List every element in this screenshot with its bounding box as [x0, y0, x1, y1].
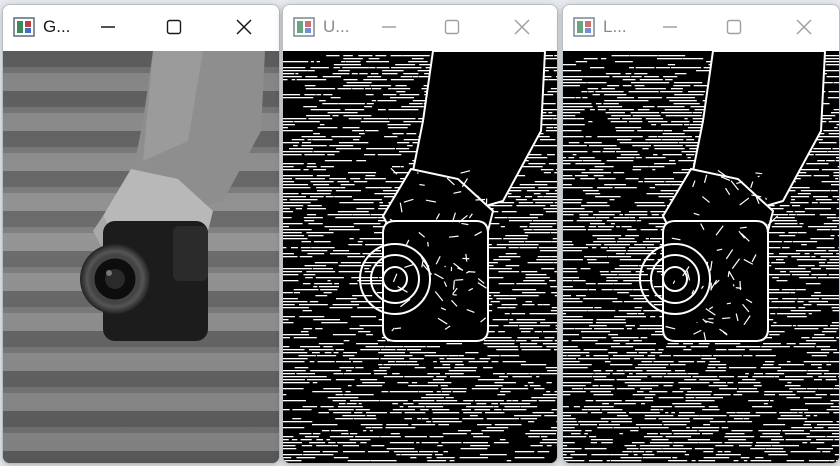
edge-map-2	[563, 51, 839, 463]
window-grayscale[interactable]: G...	[2, 4, 280, 464]
image-window-icon	[293, 17, 315, 37]
image-window-icon	[573, 17, 595, 37]
window-title: U...	[323, 17, 350, 36]
window-edges-2[interactable]: L...	[562, 4, 840, 464]
maximize-icon	[166, 19, 182, 35]
title-bar[interactable]: U...	[283, 5, 557, 49]
title-bar[interactable]: G...	[3, 5, 279, 49]
window-title: L...	[603, 17, 627, 36]
maximize-icon	[444, 19, 460, 35]
maximize-icon	[726, 19, 742, 35]
close-icon	[514, 19, 530, 35]
close-button[interactable]	[769, 5, 839, 49]
close-button[interactable]	[209, 5, 279, 49]
maximize-button[interactable]	[139, 5, 209, 49]
window-edges-1[interactable]: U...	[282, 4, 558, 464]
minimize-button[interactable]	[361, 5, 417, 49]
maximize-button[interactable]	[417, 5, 487, 49]
close-icon	[236, 19, 252, 35]
edge-map-1	[283, 51, 557, 463]
image-window-icon	[13, 17, 35, 37]
minimize-icon	[382, 26, 396, 28]
window-title: G...	[43, 17, 71, 36]
minimize-button[interactable]	[77, 5, 139, 49]
minimize-icon	[663, 26, 677, 28]
title-bar[interactable]: L...	[563, 5, 839, 49]
close-icon	[796, 19, 812, 35]
maximize-button[interactable]	[699, 5, 769, 49]
grayscale-photo	[3, 51, 279, 463]
close-button[interactable]	[487, 5, 557, 49]
minimize-button[interactable]	[641, 5, 699, 49]
minimize-icon	[101, 26, 115, 28]
